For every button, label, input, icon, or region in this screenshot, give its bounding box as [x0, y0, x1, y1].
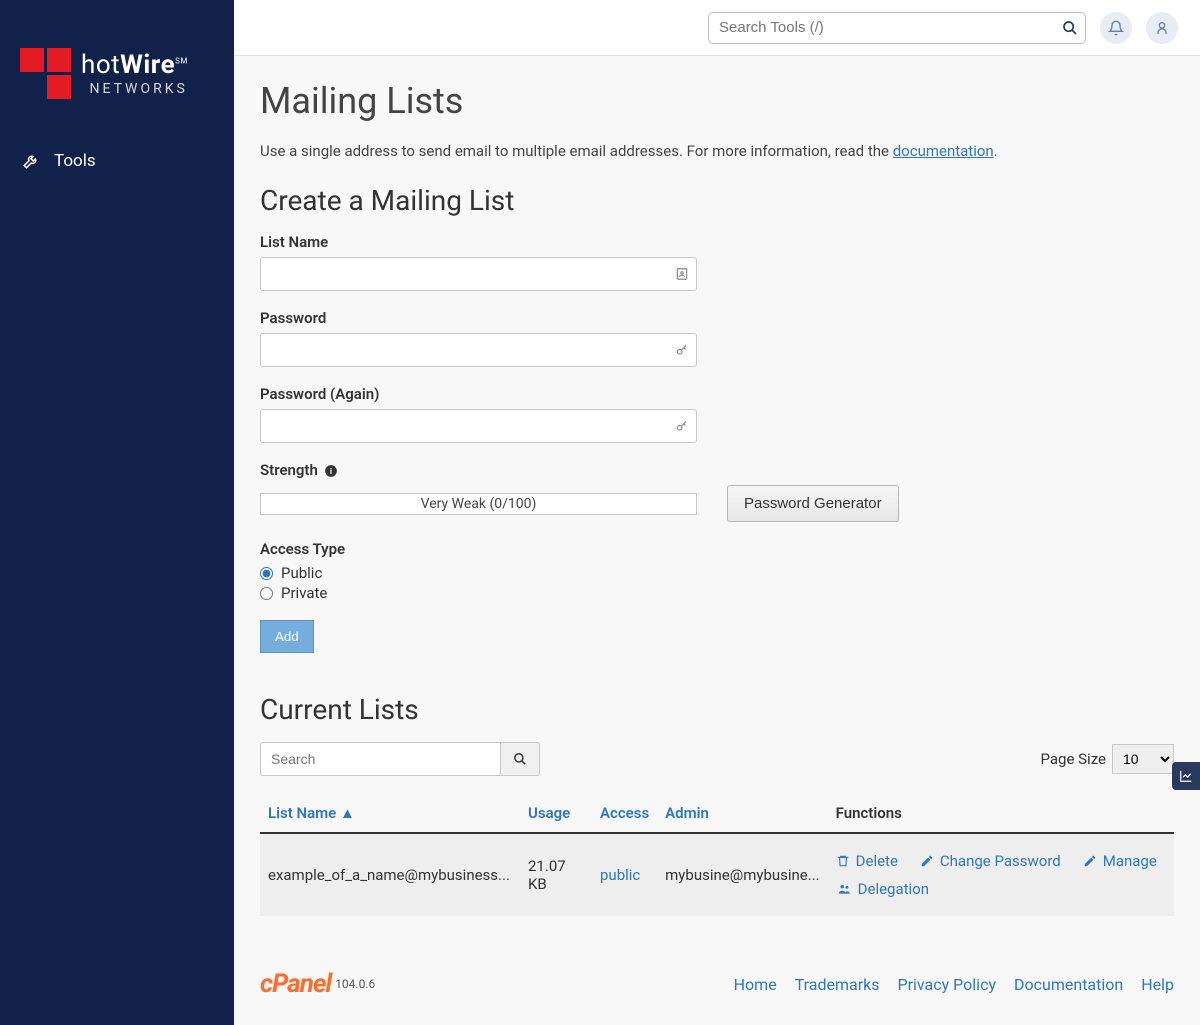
footer-home[interactable]: Home — [734, 975, 777, 994]
current-lists-heading: Current Lists — [260, 693, 1174, 726]
cell-access: public — [592, 833, 657, 916]
contact-icon — [675, 267, 689, 281]
chart-icon — [1179, 769, 1193, 783]
key-icon — [675, 419, 689, 433]
col-admin[interactable]: Admin — [657, 794, 827, 833]
strength-label: Strength i — [260, 461, 1174, 479]
list-search-button[interactable] — [500, 742, 540, 776]
public-label: Public — [281, 564, 322, 582]
topbar — [234, 0, 1200, 56]
col-functions: Functions — [828, 794, 1174, 833]
cpanel-logo: cPanel — [260, 969, 331, 999]
search-icon — [1062, 20, 1078, 36]
footer-trademarks[interactable]: Trademarks — [795, 975, 880, 994]
notifications-button[interactable] — [1100, 12, 1132, 44]
access-type-label: Access Type — [260, 540, 1174, 558]
sidebar-item-label: Tools — [54, 151, 96, 171]
footer-documentation[interactable]: Documentation — [1014, 975, 1123, 994]
cell-usage: 21.07 KB — [520, 833, 592, 916]
list-name-input[interactable] — [260, 257, 697, 291]
table-row: example_of_a_name@mybusiness... 21.07 KB… — [260, 833, 1174, 916]
private-label: Private — [281, 584, 327, 602]
password-again-input[interactable] — [260, 409, 697, 443]
footer: cPanel 104.0.6 Home Trademarks Privacy P… — [234, 951, 1200, 1025]
footer-privacy[interactable]: Privacy Policy — [898, 975, 997, 994]
user-icon — [1154, 20, 1170, 36]
sidebar: hotWireSM NETWORKS Tools — [0, 0, 234, 1025]
page-title: Mailing Lists — [260, 80, 1174, 122]
user-button[interactable] — [1146, 12, 1178, 44]
cell-admin: mybusine@mybusine... — [657, 833, 827, 916]
delete-link[interactable]: Delete — [836, 852, 898, 870]
page-description: Use a single address to send email to mu… — [260, 142, 1174, 160]
stats-tab[interactable] — [1172, 762, 1200, 790]
list-name-label: List Name — [260, 233, 1174, 251]
cell-list-name: example_of_a_name@mybusiness... — [260, 833, 520, 916]
private-radio[interactable] — [260, 587, 273, 600]
search-input[interactable] — [708, 12, 1086, 44]
col-access[interactable]: Access — [592, 794, 657, 833]
page-size-label: Page Size — [1041, 750, 1106, 768]
documentation-link[interactable]: documentation — [893, 142, 994, 160]
change-password-link[interactable]: Change Password — [920, 852, 1061, 870]
add-button[interactable]: Add — [260, 620, 314, 653]
users-icon — [836, 882, 852, 896]
strength-meter: Very Weak (0/100) — [260, 493, 697, 515]
manage-link[interactable]: Manage — [1083, 852, 1157, 870]
access-link[interactable]: public — [600, 866, 640, 884]
password-input[interactable] — [260, 333, 697, 367]
delegation-link[interactable]: Delegation — [836, 880, 929, 898]
cell-functions: Delete Change Password Manage — [828, 833, 1174, 916]
logo: hotWireSM NETWORKS — [0, 0, 234, 139]
search-button[interactable] — [1056, 14, 1084, 42]
col-list-name[interactable]: List Name ▲ — [260, 794, 520, 833]
create-heading: Create a Mailing List — [260, 184, 1174, 217]
list-search-input[interactable] — [260, 742, 500, 776]
svg-text:i: i — [330, 466, 332, 476]
tools-icon — [22, 152, 40, 170]
version: 104.0.6 — [335, 977, 375, 991]
bell-icon — [1108, 20, 1124, 36]
trash-icon — [836, 854, 850, 868]
public-radio[interactable] — [260, 567, 273, 580]
key-icon — [675, 343, 689, 357]
footer-help[interactable]: Help — [1141, 975, 1174, 994]
pencil-icon — [1083, 854, 1097, 868]
password-label: Password — [260, 309, 1174, 327]
info-icon: i — [324, 464, 338, 478]
search-icon — [513, 752, 527, 766]
page-size-select[interactable]: 10 — [1112, 744, 1174, 774]
pencil-icon — [920, 854, 934, 868]
sidebar-item-tools[interactable]: Tools — [0, 139, 234, 183]
password-again-label: Password (Again) — [260, 385, 1174, 403]
password-generator-button[interactable]: Password Generator — [727, 485, 899, 522]
col-usage[interactable]: Usage — [520, 794, 592, 833]
lists-table: List Name ▲ Usage Access Admin Functions… — [260, 794, 1174, 916]
